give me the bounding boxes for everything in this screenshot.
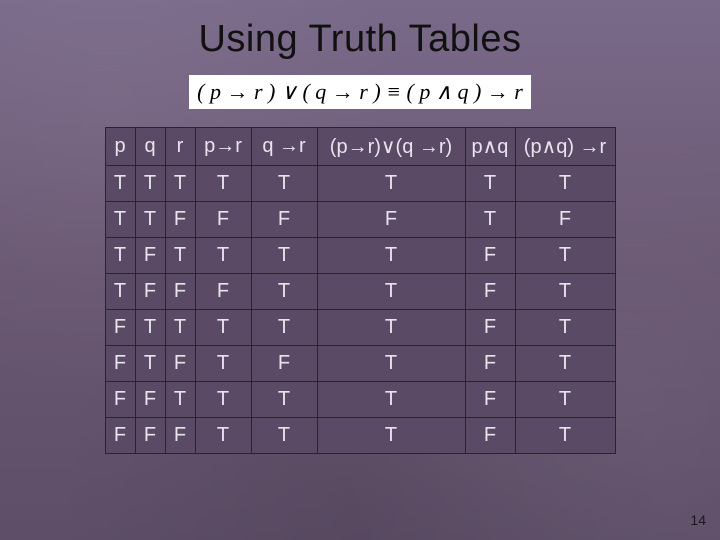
table-cell: F [195, 274, 251, 310]
table-cell: T [317, 310, 465, 346]
table-cell: T [165, 382, 195, 418]
table-cell: T [515, 310, 615, 346]
table-cell: F [135, 418, 165, 454]
table-header-row: p q r p→r q →r (p→r)∨(q →r) p∧q (p∧q) →r [105, 128, 615, 166]
table-cell: F [165, 274, 195, 310]
table-cell: T [135, 202, 165, 238]
col-header: (p∧q) →r [515, 128, 615, 166]
table-row: TFTTTTFT [105, 238, 615, 274]
table-row: FFTTTTFT [105, 382, 615, 418]
table-cell: T [195, 418, 251, 454]
table-cell: F [465, 418, 515, 454]
table-cell: F [135, 238, 165, 274]
table-cell: T [135, 346, 165, 382]
table-cell: T [135, 166, 165, 202]
col-header: p→r [195, 128, 251, 166]
table-cell: T [317, 382, 465, 418]
table-cell: F [317, 202, 465, 238]
table-cell: F [105, 418, 135, 454]
table-cell: F [465, 310, 515, 346]
table-cell: F [465, 382, 515, 418]
table-cell: T [105, 166, 135, 202]
table-cell: T [317, 166, 465, 202]
table-cell: T [195, 238, 251, 274]
table-cell: T [251, 382, 317, 418]
table-cell: T [465, 202, 515, 238]
page-number: 14 [690, 512, 706, 528]
table-cell: T [317, 346, 465, 382]
table-row: TFFFTTFT [105, 274, 615, 310]
table-cell: T [195, 346, 251, 382]
table-row: FFFTTTFT [105, 418, 615, 454]
table-cell: T [165, 166, 195, 202]
table-cell: F [135, 382, 165, 418]
table-row: FTFTFTFT [105, 346, 615, 382]
slide-title: Using Truth Tables [0, 0, 720, 61]
table-cell: T [165, 310, 195, 346]
equation-formula: ( p → r ) ∨ ( q → r ) ≡ ( p ∧ q ) → r [189, 75, 531, 109]
table-cell: F [105, 382, 135, 418]
table-cell: T [515, 382, 615, 418]
truth-table: p q r p→r q →r (p→r)∨(q →r) p∧q (p∧q) →r… [105, 127, 616, 454]
table-cell: F [465, 346, 515, 382]
table-cell: F [195, 202, 251, 238]
table-cell: T [515, 418, 615, 454]
table-cell: T [195, 310, 251, 346]
col-header: r [165, 128, 195, 166]
table-cell: T [515, 166, 615, 202]
table-cell: F [251, 346, 317, 382]
col-header: p∧q [465, 128, 515, 166]
table-row: TTTTTTTT [105, 166, 615, 202]
table-cell: T [317, 418, 465, 454]
table-cell: F [465, 238, 515, 274]
table-cell: T [251, 418, 317, 454]
table-cell: T [195, 382, 251, 418]
col-header: (p→r)∨(q →r) [317, 128, 465, 166]
col-header: q [135, 128, 165, 166]
table-cell: T [135, 310, 165, 346]
table-cell: T [317, 274, 465, 310]
table-row: TTFFFFTF [105, 202, 615, 238]
table-row: FTTTTTFT [105, 310, 615, 346]
table-cell: T [515, 346, 615, 382]
table-cell: F [165, 418, 195, 454]
table-cell: T [251, 310, 317, 346]
table-cell: F [251, 202, 317, 238]
table-cell: F [135, 274, 165, 310]
table-cell: F [465, 274, 515, 310]
col-header: p [105, 128, 135, 166]
table-cell: F [165, 202, 195, 238]
table-cell: F [165, 346, 195, 382]
table-cell: T [317, 238, 465, 274]
table-cell: T [165, 238, 195, 274]
table-cell: T [251, 166, 317, 202]
table-cell: F [105, 310, 135, 346]
table-cell: T [515, 274, 615, 310]
table-cell: T [105, 274, 135, 310]
table-cell: T [251, 274, 317, 310]
col-header: q →r [251, 128, 317, 166]
table-cell: F [515, 202, 615, 238]
table-cell: T [195, 166, 251, 202]
table-cell: T [105, 238, 135, 274]
table-cell: T [251, 238, 317, 274]
table-cell: T [105, 202, 135, 238]
table-cell: T [515, 238, 615, 274]
table-cell: T [465, 166, 515, 202]
table-cell: F [105, 346, 135, 382]
